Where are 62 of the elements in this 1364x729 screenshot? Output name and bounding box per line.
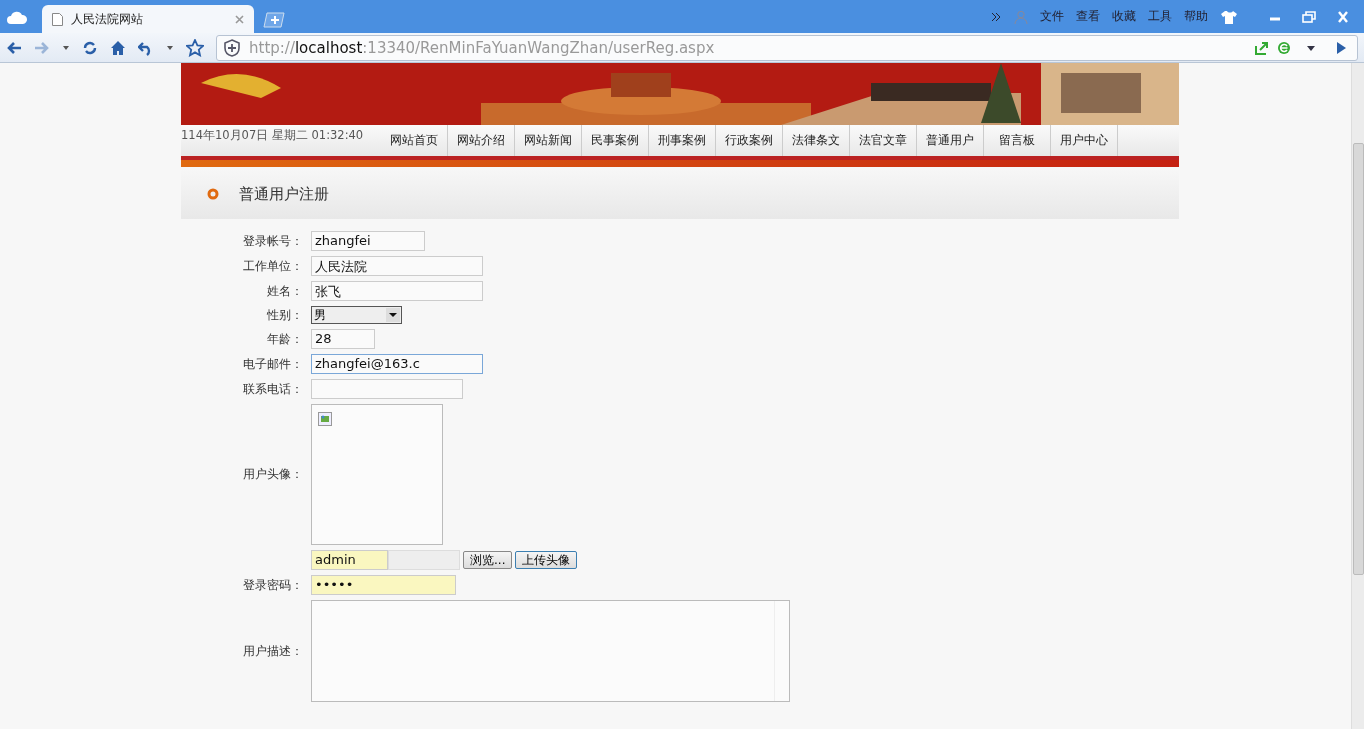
broken-image-icon [318,412,332,426]
caret-icon[interactable] [166,44,174,51]
field-label: 姓名： [266,282,304,300]
circle-bullet-icon [207,188,219,200]
scrollbar[interactable] [1351,63,1364,729]
close-icon[interactable] [235,14,244,24]
input-field[interactable]: zhangfei [311,231,425,251]
input-field[interactable]: 张飞 [311,281,483,301]
password-field[interactable]: ••••• [311,575,456,595]
chevrons-icon[interactable] [990,10,1002,23]
input-field[interactable]: zhangfei@163.c [311,354,483,374]
caret-icon [386,308,400,322]
star-icon[interactable] [186,38,204,57]
browse-button[interactable]: 浏览... [463,551,513,569]
back-icon[interactable] [6,40,22,55]
input-field[interactable] [311,379,463,399]
nav-link[interactable]: 网站新闻 [515,125,582,156]
field-label: 登录帐号： [242,232,304,250]
nav-link[interactable]: 法官文章 [850,125,917,156]
field-label: 工作单位： [242,257,304,275]
nav-link[interactable]: 行政案例 [716,125,783,156]
field-label: 年龄： [266,330,304,348]
field-label: 用户头像： [242,466,304,483]
nav-link[interactable]: 网站首页 [381,125,448,156]
nav-link[interactable]: 法律条文 [783,125,850,156]
nav-link[interactable]: 用户中心 [1051,125,1118,156]
caret-icon[interactable] [62,44,70,51]
field-label: 电子邮件： [242,355,304,373]
browser-tab[interactable]: 人民法院网站 [42,5,254,33]
nav-link[interactable]: 普通用户 [917,125,984,156]
nav-link[interactable]: 刑事案例 [649,125,716,156]
shirt-icon[interactable] [1220,9,1238,24]
input-field[interactable]: 人民法院 [311,256,483,276]
field-label: 登录密码： [242,576,304,594]
browser-logo-icon[interactable] [1277,40,1291,55]
nav-link[interactable]: 网站介绍 [448,125,515,156]
file-path-field[interactable] [388,550,460,570]
nav-link[interactable]: 民事案例 [582,125,649,156]
forward-icon[interactable] [34,40,50,55]
field-label: 联系电话： [242,380,304,398]
menu-item[interactable]: 收藏 [1112,8,1136,25]
new-tab-icon[interactable] [262,12,286,28]
date-time: 114年10月07日 星期二 01:32:40 [181,127,365,143]
field-label: 性别： [266,306,304,324]
upload-button[interactable]: 上传头像 [515,551,578,569]
field-label: 用户描述： [242,642,304,660]
address-field[interactable]: http://localhost:13340/RenMinFaYuanWangZhan/userReg.aspx [216,34,1358,61]
input-field[interactable]: admin [311,550,388,570]
nav-link[interactable]: 留言板 [984,125,1051,156]
menu-item[interactable]: 工具 [1148,8,1172,25]
section-title: 普通用户注册 [239,184,329,204]
menu-item[interactable]: 查看 [1076,8,1100,25]
refresh-icon[interactable] [82,39,98,56]
menu-item[interactable]: 帮助 [1184,8,1208,25]
input-field[interactable]: 28 [311,329,375,349]
home-icon[interactable] [110,39,126,56]
description-field[interactable] [311,600,790,702]
share-icon[interactable] [1255,40,1269,55]
page-icon [52,12,63,26]
gender-select[interactable]: 男 [311,306,402,324]
menu-item[interactable]: 文件 [1040,8,1064,25]
shield-icon [223,38,241,57]
